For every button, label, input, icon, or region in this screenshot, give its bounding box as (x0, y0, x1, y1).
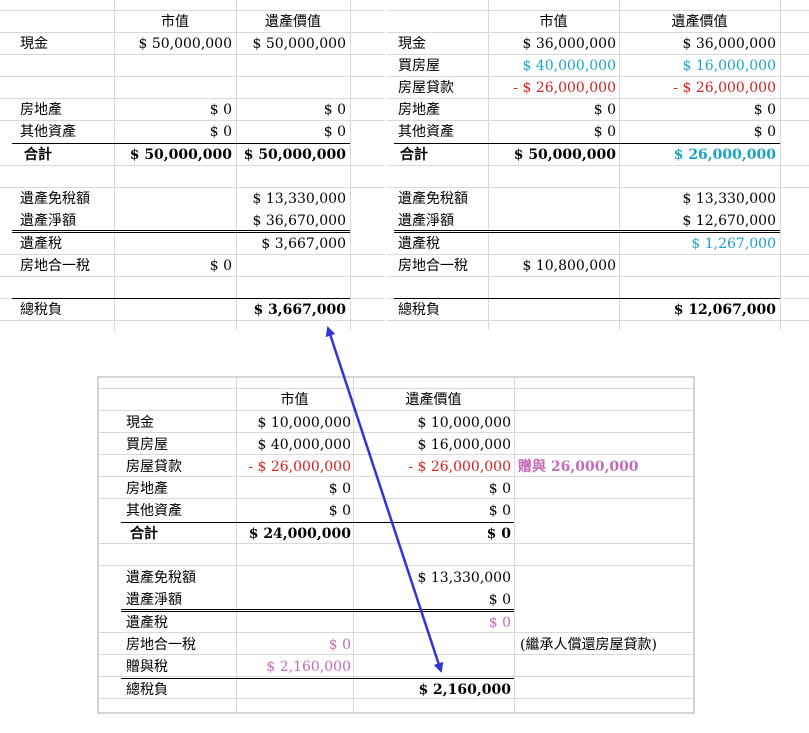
double-arrow-icon (325, 326, 444, 673)
